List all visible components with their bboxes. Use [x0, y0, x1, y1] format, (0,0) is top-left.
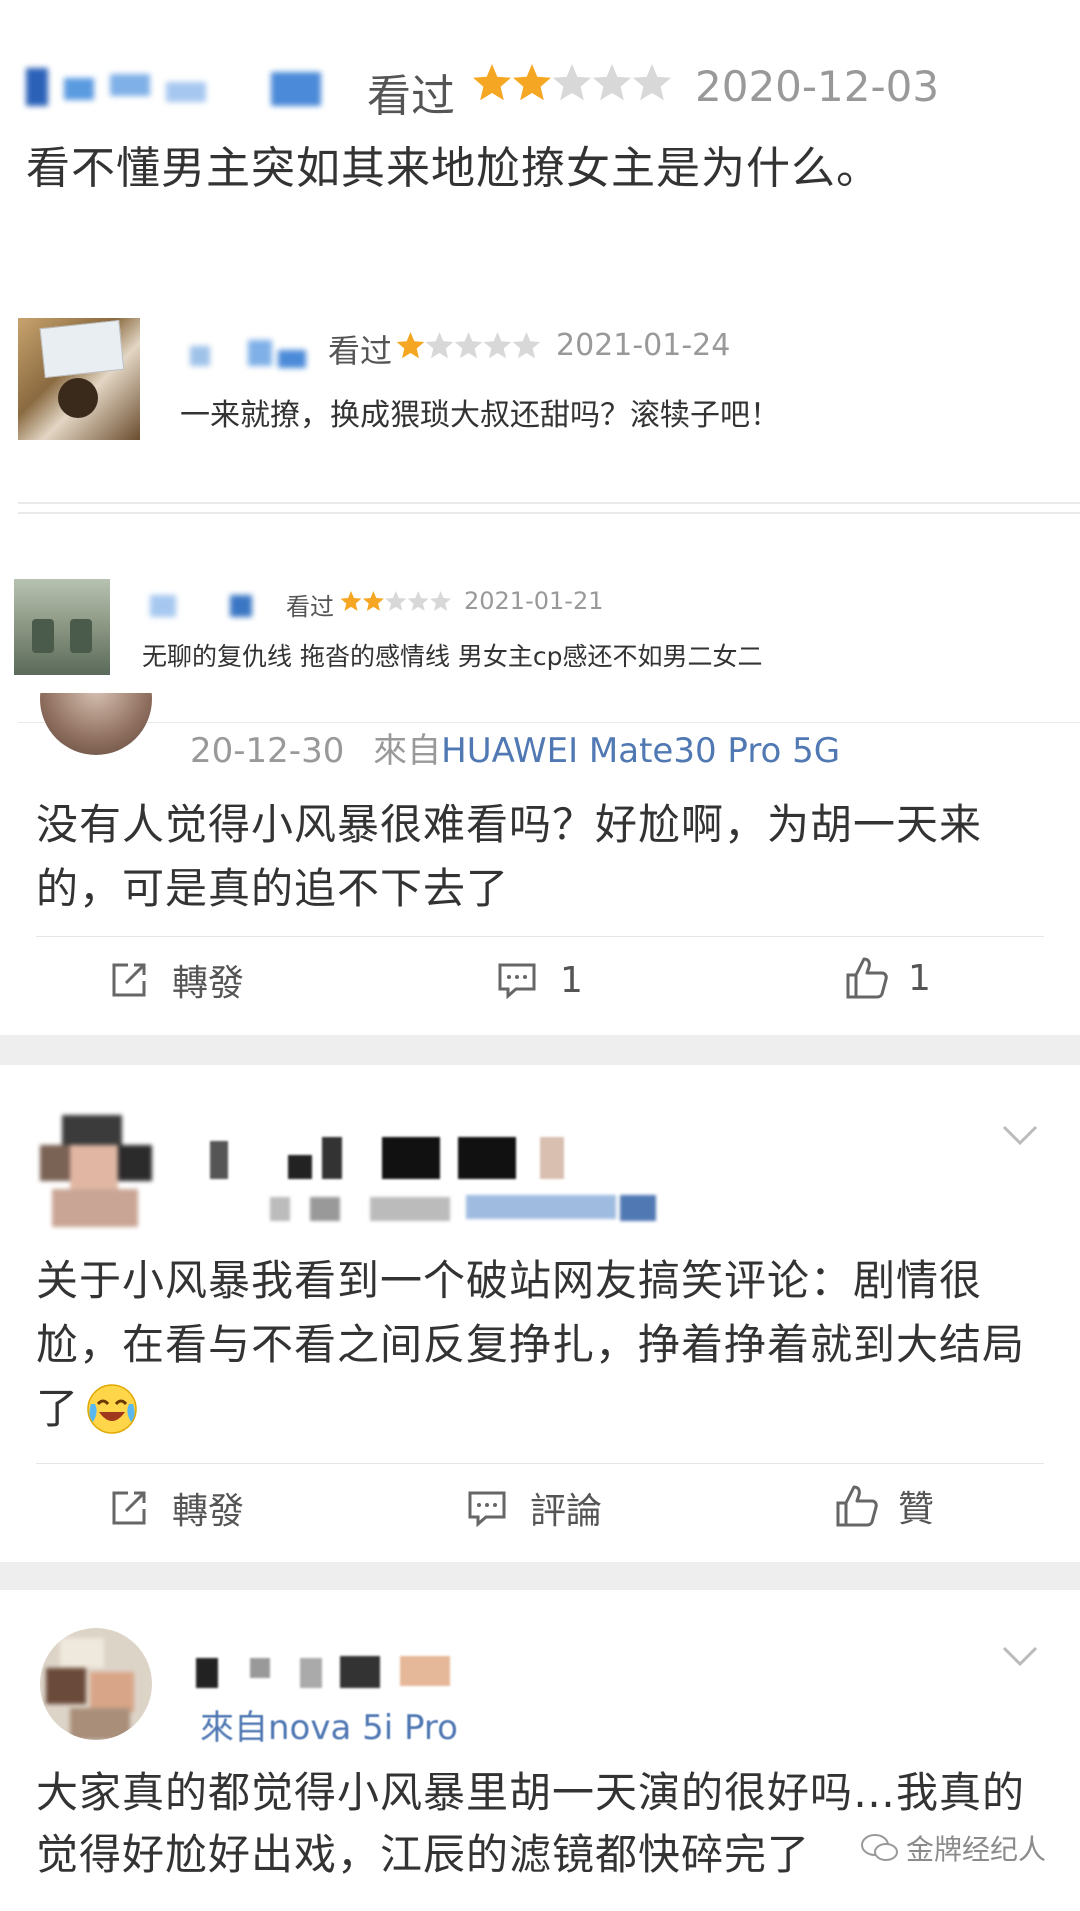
repost-label: 轉發 — [172, 963, 245, 1004]
post-text-line: 关于小风暴我看到一个破站网友搞笑评论：剧情很 — [36, 1256, 983, 1305]
like-count: 1 — [908, 957, 931, 999]
thumbs-up-icon — [834, 1483, 880, 1529]
source-prefix: 來自 — [373, 731, 442, 771]
star-empty-icon — [407, 591, 429, 611]
comment-button[interactable]: 評論 — [466, 1483, 602, 1533]
star-rating-icon — [396, 332, 541, 359]
username-blurred — [26, 64, 346, 110]
star-empty-icon — [483, 332, 512, 359]
star-filled-icon — [362, 591, 384, 611]
like-label: 贊 — [898, 1489, 935, 1530]
watched-status: 看过 — [286, 593, 334, 621]
like-button[interactable]: 贊 — [834, 1479, 934, 1533]
review-date: 2021-01-21 — [464, 587, 604, 615]
post-date: 20-12-30 — [190, 731, 345, 771]
star-empty-icon — [633, 64, 671, 101]
post-meta-blurred — [270, 1191, 660, 1225]
star-filled-icon — [473, 64, 511, 101]
watermark: 金牌经纪人 — [860, 1828, 1046, 1868]
comment-button[interactable]: 1 — [496, 955, 583, 1005]
post-text: 没有人觉得小风暴很难看吗？好尬啊，为胡一天来 的，可是真的追不下去了 — [36, 793, 982, 921]
rating-stars — [396, 330, 541, 366]
divider — [18, 512, 1080, 514]
post-text-line: 尬，在看与不看之间反复挣扎，挣着挣着就到大结局 — [36, 1320, 1026, 1369]
review-text: 无聊的复仇线 拖沓的感情线 男女主cp感还不如男二女二 — [142, 642, 763, 671]
post-text-line: 没有人觉得小风暴很难看吗？好尬啊，为胡一天来 — [36, 800, 983, 849]
post-meta: 來自nova 5i Pro — [200, 1700, 458, 1749]
avatar — [18, 318, 140, 440]
star-rating-icon — [340, 591, 452, 611]
review-date: 2021-01-24 — [556, 328, 731, 363]
post-text-line: 大家真的都觉得小风暴里胡一天演的很好吗…我真的 — [36, 1768, 1026, 1817]
device-source-link[interactable]: HUAWEI Mate30 Pro 5G — [441, 731, 840, 771]
comment-icon — [466, 1487, 508, 1529]
wechat-icon — [860, 1832, 900, 1864]
post-text: 关于小风暴我看到一个破站网友搞笑评论：剧情很 尬，在看与不看之间反复挣扎，挣着挣… — [36, 1249, 1025, 1441]
review-2: 看过 2021-01-24 一来就撩，换成猥琐大叔还甜吗？滚犊子吧！ — [0, 300, 1080, 500]
star-empty-icon — [593, 64, 631, 101]
avatar — [40, 1115, 152, 1227]
post-text-line: 的，可是真的追不下去了 — [36, 864, 510, 913]
divider — [18, 502, 1080, 504]
star-empty-icon — [385, 591, 407, 611]
section-separator — [0, 1035, 1080, 1065]
review-date: 2020-12-03 — [695, 62, 940, 111]
divider — [36, 1463, 1044, 1464]
star-empty-icon — [512, 332, 541, 359]
review-1: 看过 2020-12-03 看不懂男主突如其来地尬撩女主是为什么。 — [0, 0, 1080, 240]
share-icon — [108, 959, 150, 1001]
watermark-text: 金牌经纪人 — [906, 1833, 1047, 1866]
review-3: 看过 2021-01-21 无聊的复仇线 拖沓的感情线 男女主cp感还不如男二女… — [0, 575, 1080, 685]
like-button[interactable]: 1 — [844, 951, 931, 1005]
weibo-post-1: 20-12-30 來自HUAWEI Mate30 Pro 5G 没有人觉得小风暴… — [0, 693, 1080, 1033]
star-empty-icon — [553, 64, 591, 101]
star-empty-icon — [454, 332, 483, 359]
repost-button[interactable]: 轉發 — [108, 1483, 244, 1533]
username-blurred — [200, 1131, 600, 1181]
chevron-down-icon[interactable] — [1000, 1644, 1040, 1668]
post-meta: 20-12-30 來自HUAWEI Mate30 Pro 5G — [190, 723, 840, 772]
share-icon — [108, 1487, 150, 1529]
thumbs-up-icon — [844, 955, 890, 1001]
laugh-cry-emoji-icon — [85, 1382, 139, 1436]
rating-stars — [472, 62, 672, 106]
rating-stars — [340, 589, 452, 617]
username-blurred — [190, 336, 330, 376]
review-text: 看不懂男主突如其来地尬撩女主是为什么。 — [26, 143, 881, 194]
username-blurred — [190, 1652, 470, 1692]
watched-status: 看过 — [328, 332, 393, 370]
star-filled-icon — [396, 332, 425, 359]
comment-icon — [496, 959, 538, 1001]
avatar — [14, 579, 110, 675]
star-filled-icon — [513, 64, 551, 101]
weibo-post-2: 关于小风暴我看到一个破站网友搞笑评论：剧情很 尬，在看与不看之间反复挣扎，挣着挣… — [0, 1065, 1080, 1555]
section-separator — [0, 1562, 1080, 1590]
star-empty-icon — [430, 591, 452, 611]
watched-status: 看过 — [367, 71, 455, 122]
chevron-down-icon[interactable] — [1000, 1123, 1040, 1147]
username-blurred — [150, 589, 290, 623]
avatar — [40, 693, 152, 755]
post-text-line: 了 — [36, 1384, 80, 1433]
repost-label: 轉發 — [172, 1491, 245, 1532]
repost-button[interactable]: 轉發 — [108, 955, 244, 1005]
star-rating-icon — [473, 64, 671, 101]
review-text: 一来就撩，换成猥琐大叔还甜吗？滚犊子吧！ — [180, 398, 780, 433]
comment-count: 1 — [560, 959, 583, 1001]
divider — [36, 936, 1044, 937]
avatar — [40, 1628, 152, 1740]
comment-label: 評論 — [530, 1491, 603, 1532]
star-filled-icon — [340, 591, 362, 611]
star-empty-icon — [425, 332, 454, 359]
device-source-link[interactable]: 來自nova 5i Pro — [200, 1708, 458, 1748]
weibo-post-3: 來自nova 5i Pro 大家真的都觉得小风暴里胡一天演的很好吗…我真的 觉得… — [0, 1590, 1080, 1911]
